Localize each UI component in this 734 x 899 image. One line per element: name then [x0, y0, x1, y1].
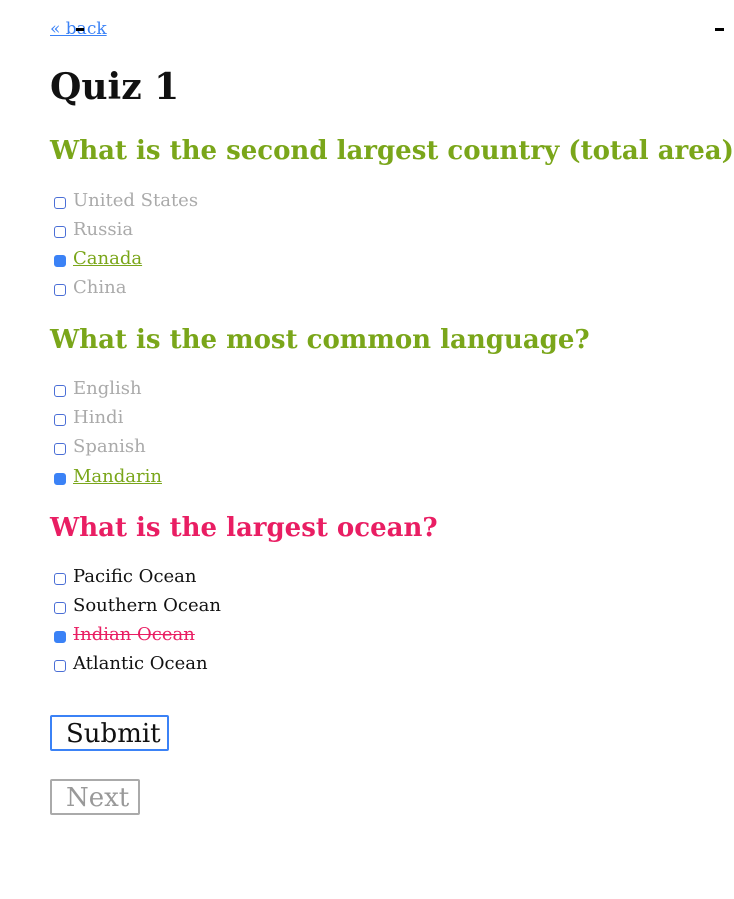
radio-button[interactable]	[54, 226, 66, 238]
radio-button[interactable]	[54, 385, 66, 397]
option-label: United States	[73, 190, 199, 211]
question-1-heading: What is the second largest country (tota…	[50, 136, 734, 166]
question-3-heading: What is the largest ocean?	[50, 513, 438, 543]
radio-button[interactable]	[54, 414, 66, 426]
radio-button-selected[interactable]	[54, 631, 66, 643]
option-label: Hindi	[73, 407, 124, 428]
option-label: Atlantic Ocean	[73, 653, 208, 674]
page-title: Quiz 1	[50, 66, 180, 108]
dash-mark-right	[715, 28, 724, 31]
radio-button-selected[interactable]	[54, 255, 66, 267]
option-label: Pacific Ocean	[73, 566, 197, 587]
question-2-heading: What is the most common language?	[50, 325, 590, 355]
radio-button[interactable]	[54, 602, 66, 614]
radio-button[interactable]	[54, 660, 66, 672]
option-label: English	[73, 378, 142, 399]
option-label: Spanish	[73, 436, 146, 457]
submit-button[interactable]: Submit	[50, 715, 169, 751]
option-label: Mandarin	[73, 466, 162, 487]
radio-button-selected[interactable]	[54, 473, 66, 485]
option-label: Southern Ocean	[73, 595, 221, 616]
radio-button[interactable]	[54, 197, 66, 209]
dash-mark-left	[76, 28, 84, 31]
radio-button[interactable]	[54, 443, 66, 455]
option-label: Russia	[73, 219, 134, 240]
radio-button[interactable]	[54, 573, 66, 585]
option-label: Canada	[73, 248, 143, 269]
next-button[interactable]: Next	[50, 779, 140, 815]
option-label: Indian Ocean	[73, 624, 195, 645]
option-label: China	[73, 277, 127, 298]
radio-button[interactable]	[54, 284, 66, 296]
